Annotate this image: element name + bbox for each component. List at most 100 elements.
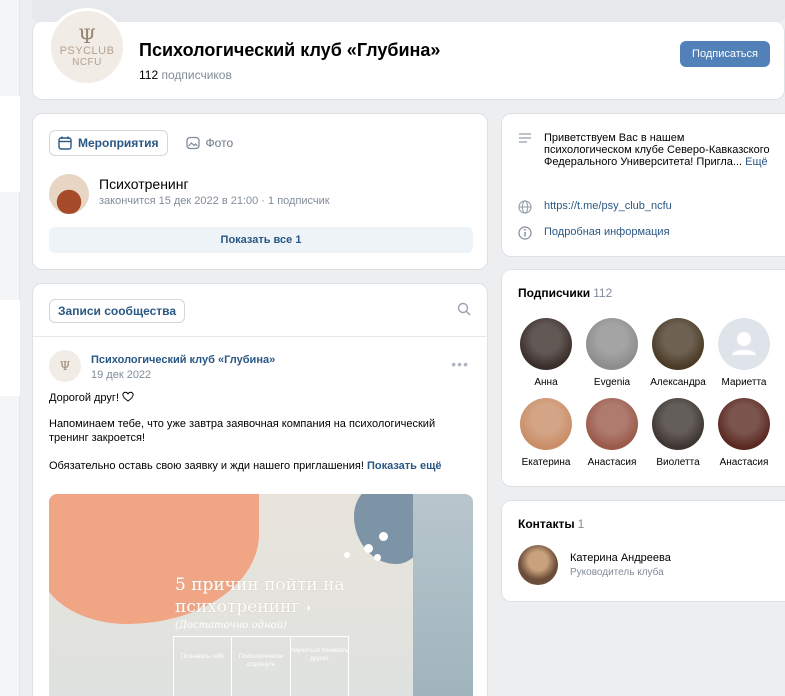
member-item[interactable]: Анна — [516, 318, 576, 388]
user-placeholder-icon — [732, 332, 756, 355]
heart-icon — [122, 391, 134, 402]
contact-role: Руководитель клуба — [570, 567, 664, 578]
description-more-link[interactable]: Ещё — [745, 156, 768, 168]
members-card: Подписчики 112 Анна Evgenia Александра Марие… — [501, 269, 785, 487]
text-lines-icon — [519, 133, 531, 143]
avatar — [586, 318, 638, 370]
logo-text-line2: NCFU — [72, 56, 102, 68]
post-line2: Напоминаем тебе, что уже завтра заявочна… — [49, 418, 436, 444]
image-shape — [413, 494, 473, 696]
image-title-line2: психотренинг — [175, 597, 301, 617]
more-options-icon[interactable]: ••• — [451, 356, 469, 372]
image-subtitle: (Достаточно одной) — [175, 620, 287, 631]
avatar — [718, 398, 770, 450]
member-item[interactable]: Александра — [648, 318, 708, 388]
airplane-icon: ✈ — [300, 602, 313, 615]
photo-icon — [185, 136, 200, 150]
subscribers-count[interactable]: 112 подписчиков — [139, 68, 232, 82]
member-name: Evgenia — [593, 377, 631, 388]
search-icon[interactable] — [457, 302, 471, 316]
logo-text-line1: PSYCLUB — [59, 44, 115, 57]
events-card: Мероприятия Фото Психотренинг закончится… — [32, 113, 488, 270]
contact-item[interactable]: Катерина Андреева Руководитель клуба — [518, 545, 671, 585]
image-grid: Познавать себя Психологически отдохнуть … — [173, 636, 349, 696]
telegram-link[interactable]: https://t.me/psy_club_ncfu — [544, 200, 672, 214]
post-text: Дорогой друг! Напоминаем тебе, что уже з… — [49, 391, 473, 473]
subscribe-button[interactable]: Подписаться — [680, 41, 770, 67]
about-card: Приветствуем Вас в нашем психологическом… — [501, 113, 785, 257]
member-item[interactable]: Evgenia — [582, 318, 642, 388]
image-title: 5 причин пойти на психотренинг ✈ — [175, 574, 345, 620]
tab-events[interactable]: Мероприятия — [49, 130, 168, 156]
avatar — [718, 318, 770, 370]
show-all-button[interactable]: Показать все 1 — [49, 227, 473, 253]
event-image — [49, 174, 89, 214]
image-cell: Психологически отдохнуть — [232, 637, 291, 696]
avatar — [652, 398, 704, 450]
group-header: Ψ PSYCLUB NCFU Психологический клуб «Глу… — [32, 8, 785, 100]
image-title-line1: 5 причин пойти на — [175, 575, 345, 595]
member-item[interactable]: Виолетта — [648, 398, 708, 468]
member-item[interactable]: Екатерина — [516, 398, 576, 468]
post-author-avatar[interactable]: Ψ — [49, 350, 81, 382]
tab-events-label: Мероприятия — [78, 136, 159, 150]
avatar — [586, 398, 638, 450]
subscribers-number: 112 — [139, 68, 159, 82]
posts-card: Записи сообщества Ψ Психологический клуб… — [32, 283, 489, 696]
event-item[interactable]: Психотренинг закончится 15 дек 2022 в 21… — [49, 174, 330, 214]
tab-photo-label: Фото — [205, 136, 234, 150]
info-icon — [518, 226, 532, 240]
contacts-title-label: Контакты — [518, 517, 575, 531]
member-name: Анна — [534, 377, 558, 388]
member-item[interactable]: Анастасия — [714, 398, 774, 468]
avatar — [518, 545, 558, 585]
contacts-card: Контакты 1 Катерина Андреева Руководитель… — [501, 500, 785, 602]
image-cell: Научиться понимать других — [290, 648, 348, 662]
members-title[interactable]: Подписчики 112 — [518, 286, 612, 300]
post-header: Ψ Психологический клуб «Глубина» 19 дек … — [49, 350, 275, 382]
psi-logo-icon: Ψ — [78, 23, 96, 48]
image-cell: Познавать себя — [174, 637, 233, 696]
member-name: Александра — [650, 377, 706, 388]
post-image[interactable]: 5 причин пойти на психотренинг ✈ (Достат… — [49, 494, 473, 696]
member-name: Анастасия — [587, 457, 637, 468]
tab-photo[interactable]: Фото — [178, 130, 242, 156]
avatar — [652, 318, 704, 370]
member-name: Екатерина — [521, 457, 571, 468]
link-row: https://t.me/psy_club_ncfu — [518, 200, 672, 214]
avatar — [520, 398, 572, 450]
left-sidebar — [0, 0, 20, 696]
contact-name: Катерина Андреева — [570, 552, 671, 564]
member-item[interactable]: Анастасия — [582, 398, 642, 468]
details-row: Подробная информация — [518, 226, 670, 240]
member-item[interactable]: Мариетта — [714, 318, 774, 388]
globe-icon — [518, 200, 532, 214]
member-name: Виолетта — [656, 457, 700, 468]
group-avatar[interactable]: Ψ PSYCLUB NCFU — [48, 8, 126, 86]
event-title: Психотренинг — [99, 176, 189, 192]
event-subtitle: закончится 15 дек 2022 в 21:00 · 1 подпи… — [99, 195, 330, 207]
post-date[interactable]: 19 дек 2022 — [91, 369, 275, 381]
cover-strip — [32, 0, 785, 22]
tab-community-posts[interactable]: Записи сообщества — [49, 299, 186, 323]
subscribers-word: подписчиков — [161, 68, 232, 82]
image-dot — [344, 552, 350, 558]
sidebar-band — [0, 300, 20, 396]
post-author[interactable]: Психологический клуб «Глубина» — [91, 354, 275, 366]
calendar-icon — [58, 136, 72, 150]
events-tabs: Мероприятия Фото — [49, 130, 241, 156]
details-link[interactable]: Подробная информация — [544, 226, 670, 240]
image-dot — [379, 532, 388, 541]
members-title-label: Подписчики — [518, 286, 591, 300]
contacts-title[interactable]: Контакты 1 — [518, 517, 584, 531]
avatar — [520, 318, 572, 370]
group-title: Психологический клуб «Глубина» — [139, 40, 441, 60]
member-name: Мариетта — [721, 377, 767, 388]
post-line1: Дорогой друг! — [49, 392, 119, 404]
image-dot — [374, 554, 381, 561]
group-description: Приветствуем Вас в нашем психологическом… — [544, 132, 770, 168]
show-more-link[interactable]: Показать ещё — [367, 460, 442, 472]
description-row: Приветствуем Вас в нашем психологическом… — [518, 132, 776, 168]
contacts-count: 1 — [577, 517, 585, 531]
members-count: 112 — [593, 286, 613, 300]
